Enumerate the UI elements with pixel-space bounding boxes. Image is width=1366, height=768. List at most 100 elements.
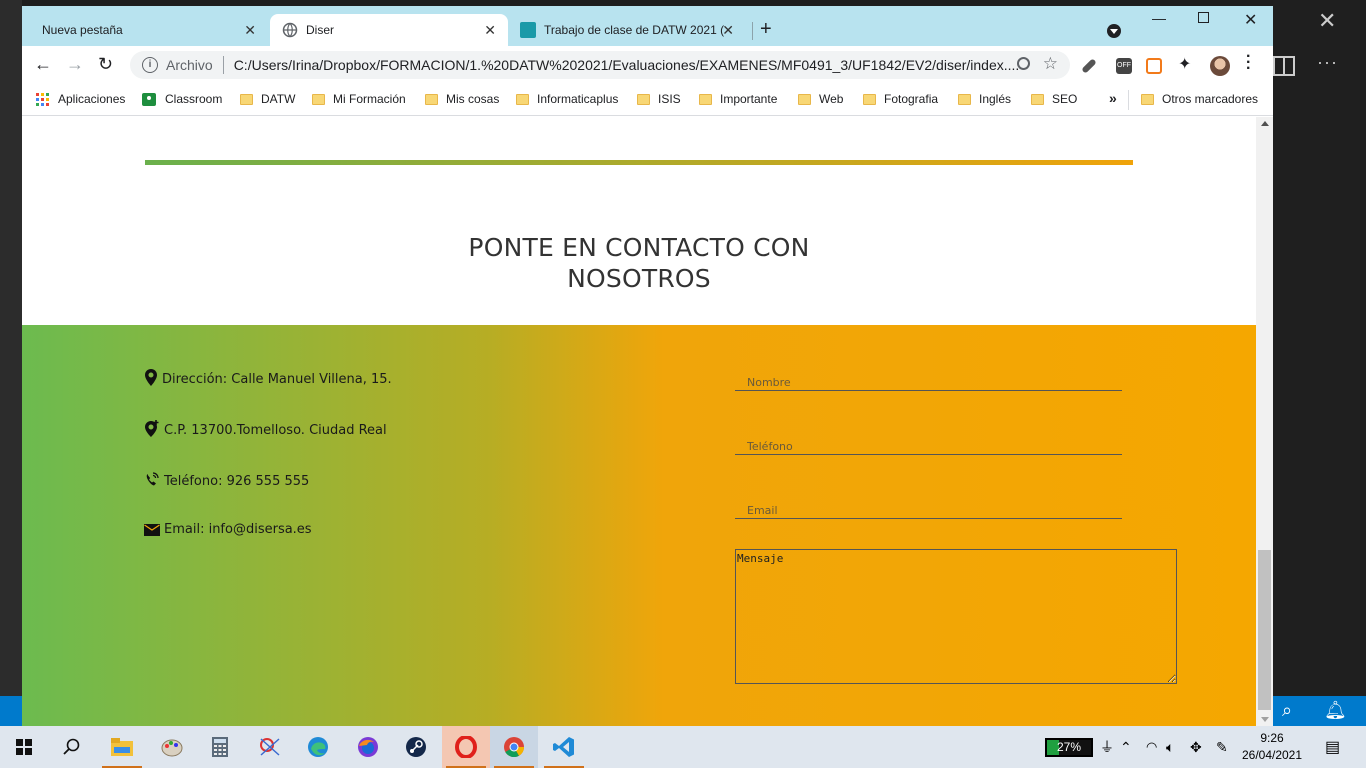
taskbar-edge[interactable] [294, 726, 342, 768]
dropbox-icon[interactable]: ✥ [1190, 726, 1202, 768]
close-icon[interactable]: ✕ [722, 22, 734, 39]
phone-field[interactable] [735, 435, 1122, 455]
page-scrollbar[interactable] [1256, 117, 1273, 726]
wifi-icon[interactable]: ◠ [1146, 726, 1157, 768]
split-editor-icon[interactable] [1273, 56, 1295, 76]
message-textarea[interactable] [735, 549, 1177, 684]
pen-workspace-icon[interactable]: ✎ [1216, 726, 1228, 768]
folder-icon [425, 93, 438, 105]
tab-diser[interactable]: Diser ✕ [270, 14, 508, 46]
email-input[interactable] [735, 499, 1122, 518]
contact-title: PONTE EN CONTACTO CON NOSOTROS [410, 232, 868, 294]
bookmark-mi-formacion[interactable]: Mi Formación [312, 92, 406, 106]
contact-title-line: PONTE EN CONTACTO CON [468, 233, 810, 262]
folder-icon [958, 93, 971, 105]
extensions-puzzle-icon[interactable]: ✦ [1178, 54, 1194, 73]
bookmark-mis-cosas[interactable]: Mis cosas [425, 92, 499, 106]
bookmark-fotografia[interactable]: Fotografia [863, 92, 938, 106]
scroll-down-arrow-icon[interactable] [1261, 717, 1269, 722]
show-hidden-icons-chevron-icon[interactable]: ⌃ [1120, 726, 1132, 768]
url-text[interactable]: C:/Users/Irina/Dropbox/FORMACION/1.%20DA… [234, 57, 1020, 73]
chrome-menu-icon[interactable]: · · · [1246, 49, 1251, 77]
folder-icon [637, 93, 650, 105]
info-icon[interactable]: i [142, 57, 158, 73]
bookmark-isis[interactable]: ISIS [637, 92, 681, 106]
name-field[interactable] [735, 371, 1122, 391]
chrome-icon [504, 737, 525, 758]
tab-new-tab[interactable]: Nueva pestaña ✕ [30, 14, 268, 46]
extension-off-icon[interactable]: OFF [1116, 58, 1132, 74]
start-button[interactable] [0, 726, 48, 768]
taskbar-vscode[interactable] [540, 726, 588, 768]
folder-icon [312, 93, 325, 105]
power-plug-icon[interactable]: ⏚ [1100, 726, 1114, 768]
bookmark-seo[interactable]: SEO [1031, 92, 1077, 106]
tab-label: Diser [306, 23, 335, 37]
gradient-divider [145, 160, 1133, 165]
address-bar[interactable]: i Archivo C:/Users/Irina/Dropbox/FORMACI… [130, 51, 1070, 79]
bookmark-importante[interactable]: Importante [699, 92, 777, 106]
system-clock[interactable]: 9:26 26/04/2021 [1240, 730, 1304, 764]
globe-icon [282, 22, 298, 38]
bookmark-apps[interactable]: Aplicaciones [36, 92, 125, 106]
folder-icon [699, 93, 712, 105]
phone-input[interactable] [735, 435, 1122, 454]
window-close-icon[interactable]: ✕ [1244, 10, 1257, 30]
vscode-close-icon[interactable]: ✕ [1318, 8, 1336, 34]
reload-icon[interactable]: ↻ [98, 54, 113, 75]
close-icon[interactable]: ✕ [484, 22, 496, 39]
tab-search-icon[interactable] [1107, 24, 1121, 38]
back-arrow-icon[interactable]: ← [34, 54, 52, 75]
scroll-up-arrow-icon[interactable] [1261, 121, 1269, 126]
battery-indicator[interactable]: 27% [1045, 738, 1093, 757]
taskbar-chrome[interactable] [490, 726, 538, 768]
clock-time: 9:26 [1260, 731, 1284, 745]
bookmark-web[interactable]: Web [798, 92, 843, 106]
new-tab-button[interactable]: + [760, 18, 772, 41]
taskbar-paint[interactable] [148, 726, 196, 768]
volume-icon[interactable]: 🔈︎ [1166, 726, 1174, 768]
bell-icon[interactable]: 🔔︎ [1324, 700, 1347, 721]
bookmark-datw[interactable]: DATW [240, 92, 295, 106]
notifications-icon[interactable]: ▤ [1325, 726, 1340, 768]
omnibox-separator [222, 56, 224, 74]
firefox-icon [358, 737, 378, 757]
extension-orange-icon[interactable] [1146, 58, 1162, 74]
bookmark-otros-marcadores[interactable]: Otros marcadores [1141, 92, 1258, 106]
maximize-icon[interactable] [1198, 12, 1209, 23]
remote-icon[interactable]: ⌕ [1282, 700, 1292, 721]
bookmark-star-icon[interactable]: ☆ [1043, 54, 1058, 74]
taskbar-calculator[interactable] [196, 726, 244, 768]
more-actions-icon[interactable]: ··· [1317, 52, 1338, 73]
minimize-icon[interactable]: — [1152, 10, 1166, 26]
tab-classroom[interactable]: Trabajo de clase de DATW 2021 ( ✕ [508, 14, 746, 46]
taskbar-firefox[interactable] [344, 726, 392, 768]
taskbar-opera[interactable] [442, 726, 490, 768]
folder-icon [863, 93, 876, 105]
extension-tool-icon[interactable] [1081, 58, 1097, 74]
taskbar-snipping-tool[interactable] [246, 726, 294, 768]
name-input[interactable] [735, 371, 1122, 390]
close-icon[interactable]: ✕ [244, 22, 256, 39]
profile-avatar[interactable] [1210, 56, 1230, 76]
address-text: Dirección: Calle Manuel Villena, 15. [162, 372, 392, 387]
scrollbar-thumb[interactable] [1258, 550, 1271, 710]
contact-title-line: NOSOTROS [567, 264, 711, 293]
bookmark-label: Mi Formación [333, 92, 406, 106]
taskbar-file-explorer[interactable] [98, 726, 146, 768]
zoom-icon[interactable] [1017, 57, 1030, 70]
tab-label: Nueva pestaña [42, 23, 123, 37]
forward-arrow-icon[interactable]: → [66, 54, 84, 75]
bookmark-classroom[interactable]: Classroom [142, 92, 222, 106]
email-field[interactable] [735, 499, 1122, 519]
bookmark-informaticaplus[interactable]: Informaticaplus [516, 92, 618, 106]
phone-row: Teléfono: 926 555 555 [144, 471, 309, 489]
more-bookmarks-button[interactable]: » [1109, 90, 1117, 106]
classroom-icon [142, 92, 156, 106]
tab-label: Trabajo de clase de DATW 2021 ( [544, 23, 724, 37]
location-pin-icon [145, 369, 157, 386]
bookmark-ingles[interactable]: Inglés [958, 92, 1011, 106]
search-button[interactable] [48, 726, 96, 768]
phone-in-talk-icon [146, 472, 159, 486]
taskbar-steam[interactable] [392, 726, 440, 768]
